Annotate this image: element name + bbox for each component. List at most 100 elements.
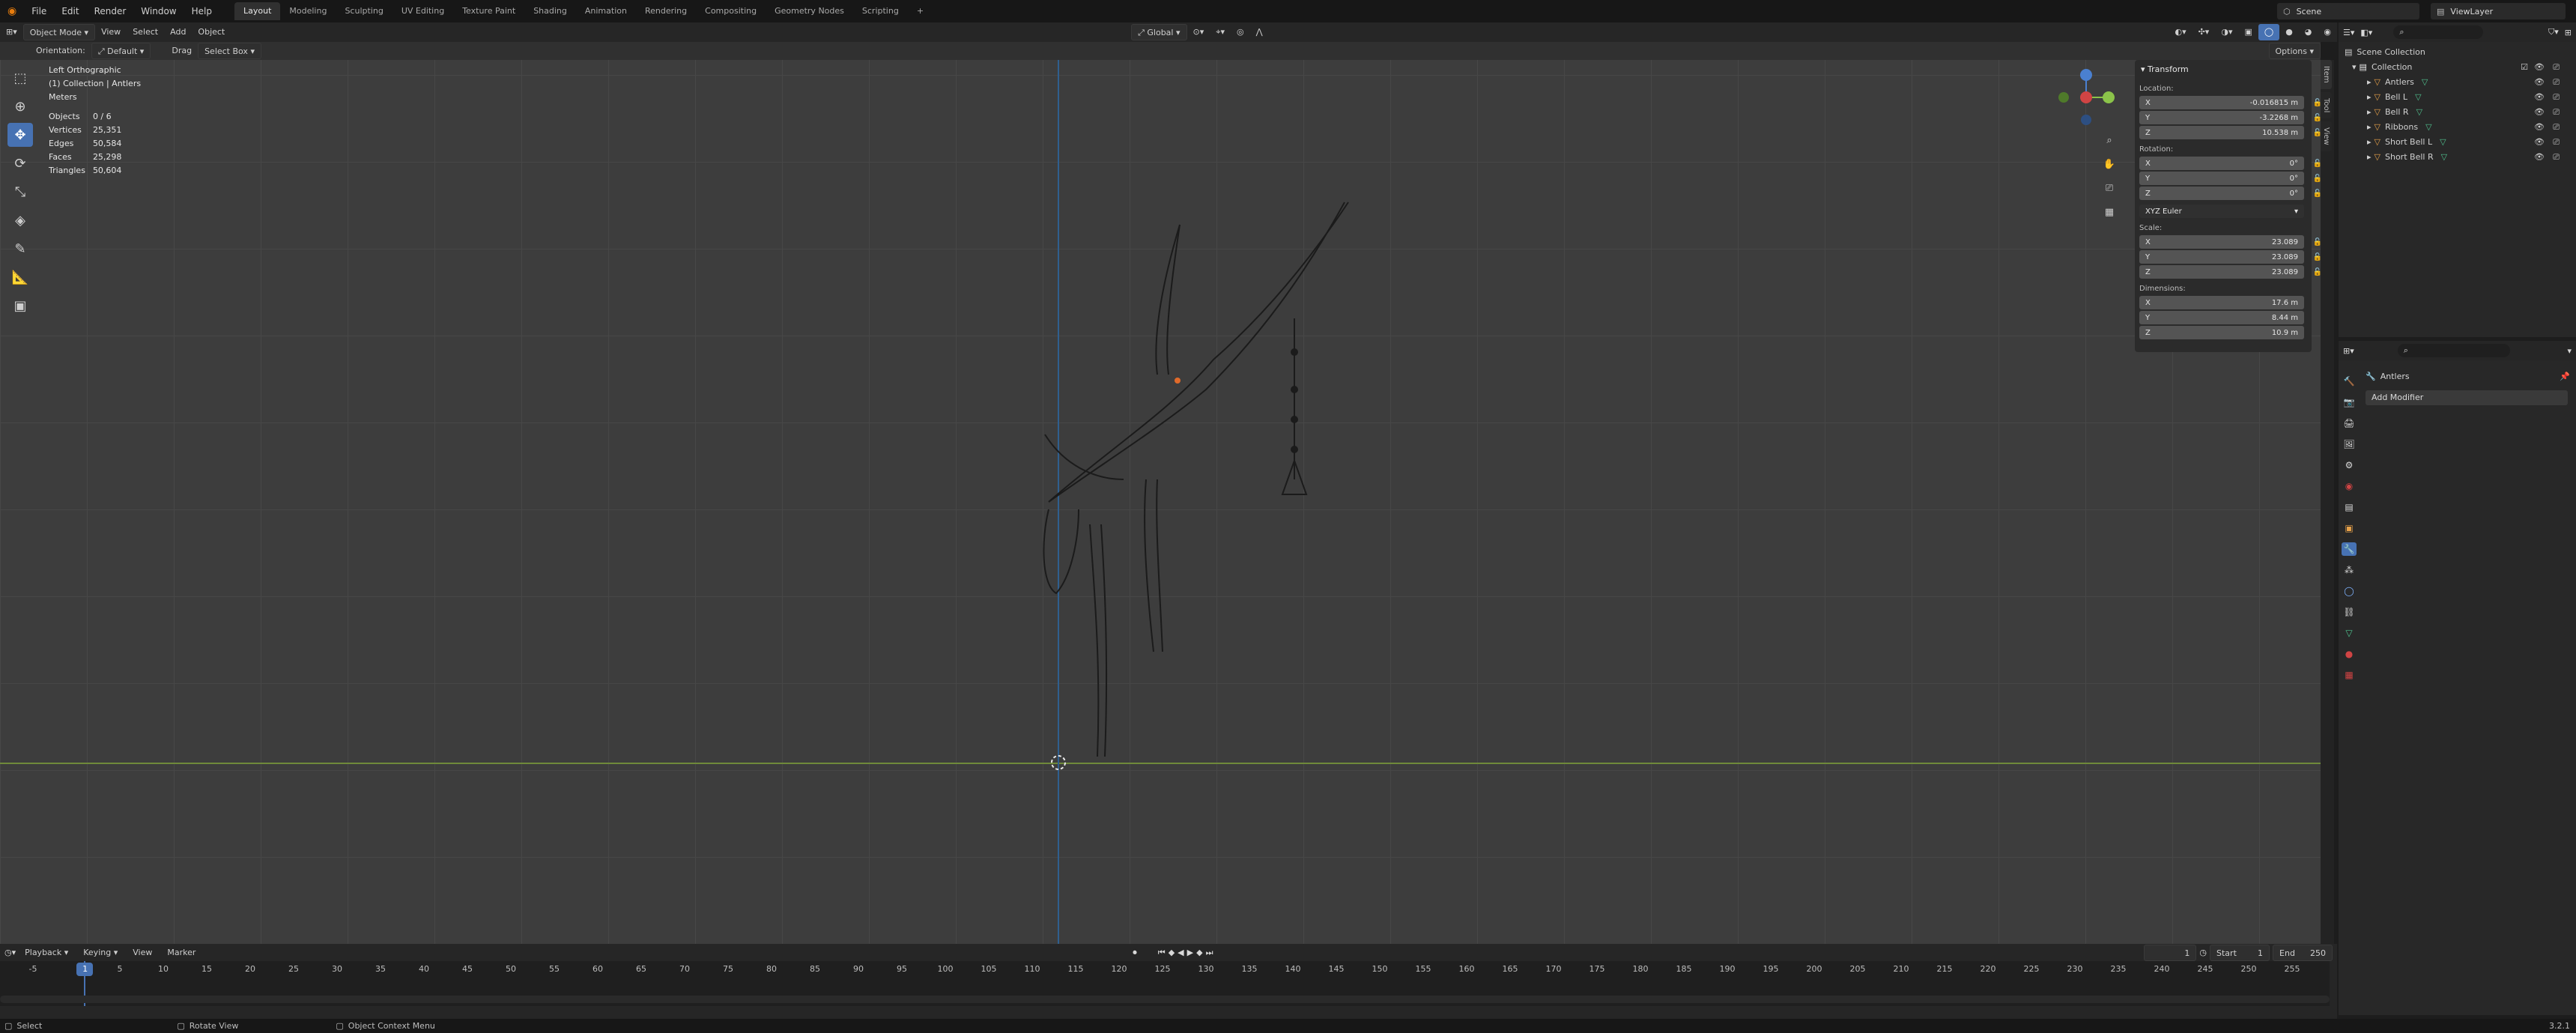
gizmo-y-axis[interactable] [2103,91,2115,103]
filter-icon[interactable]: ⛉▾ [2548,27,2559,37]
dimensions-x-field[interactable]: X 17.6 m [2139,296,2304,309]
navigation-gizmo[interactable] [2052,64,2120,131]
gizmo-neg-y-axis[interactable] [2058,92,2069,103]
object-visibility-icon[interactable]: ◐▾ [2169,24,2192,40]
add-workspace-button[interactable]: + [908,2,933,20]
new-collection-icon[interactable]: ⊞ [2565,28,2572,37]
tab-geometry-nodes[interactable]: Geometry Nodes [766,2,853,20]
gizmo-neg-z-axis[interactable] [2081,115,2091,125]
shading-material-icon[interactable]: ◕ [2299,24,2318,40]
outliner-search-input[interactable]: ⌕ [2393,25,2484,39]
menu-view[interactable]: View [95,24,127,40]
mode-selector[interactable]: Object Mode ▾ [22,24,96,40]
cursor-icon[interactable]: ⊕ [7,94,33,118]
chevron-right-icon[interactable]: ▸ [2367,135,2372,150]
location-z-field[interactable]: Z 10.538 m 🔓 [2139,126,2322,139]
tab-sculpting[interactable]: Sculpting [336,2,392,20]
outliner-item-antlers[interactable]: ▸ ▽ Antlers ▽ 👁 ⎚ [2345,75,2570,90]
dimensions-z-field[interactable]: Z 10.9 m [2139,326,2304,339]
tab-compositing[interactable]: Compositing [696,2,766,20]
constraints-properties-icon[interactable]: ⛓ [2342,605,2357,619]
gizmo-toggle-icon[interactable]: ✣▾ [2192,24,2216,40]
outliner-display-mode-icon[interactable]: ◧▾ [2360,28,2372,37]
eye-icon[interactable]: 👁 [2534,120,2545,135]
overlay-toggle-icon[interactable]: ◑▾ [2215,24,2238,40]
tool-properties-icon[interactable]: 🔨 [2342,375,2357,388]
tab-animation[interactable]: Animation [576,2,636,20]
grid-toggle-icon[interactable]: ▦ [2100,203,2118,221]
dimensions-y-field[interactable]: Y 8.44 m [2139,311,2304,324]
outliner-item-ribbons[interactable]: ▸ ▽ Ribbons ▽ 👁 ⎚ [2345,120,2570,135]
output-properties-icon[interactable]: 🖨 [2342,416,2357,430]
start-frame-field[interactable]: Start 1 [2210,944,2270,961]
tab-tool[interactable]: Tool [2321,91,2332,119]
location-x-field[interactable]: X -0.016815 m 🔓 [2139,96,2322,109]
zoom-icon[interactable]: ⌕ [2100,131,2118,149]
scene-selector[interactable]: ⬡ Scene [2277,3,2419,19]
eye-icon[interactable]: 👁 [2534,135,2545,150]
tab-shading[interactable]: Shading [524,2,576,20]
measure-icon[interactable]: 📐 [7,265,33,289]
checkbox-icon[interactable]: ☑ [2521,60,2528,75]
editor-type-icon[interactable]: ⊞▾ [0,24,23,40]
prev-keyframe-icon[interactable]: ◆ [1169,948,1175,957]
chevron-down-icon[interactable]: ▾ [2567,346,2572,356]
modifier-properties-icon[interactable]: 🔧 [2342,542,2357,556]
options-button[interactable]: Options ▾ [2268,43,2321,59]
camera-icon[interactable]: ⎚ [2553,60,2560,75]
camera-icon[interactable]: ⎚ [2553,135,2560,150]
scale-z-field[interactable]: Z 23.089 🔓 [2139,265,2322,279]
tab-view[interactable]: View [2321,121,2332,151]
menu-add[interactable]: Add [164,24,192,40]
rotation-mode-select[interactable]: XYZ Euler ▾ [2139,205,2304,218]
outliner-scene-collection[interactable]: ▤ Scene Collection [2345,45,2570,60]
antlers-wireframe-model[interactable] [0,60,2321,944]
properties-search-input[interactable]: ⌕ [2397,344,2510,357]
menu-marker[interactable]: Marker [161,945,201,961]
outliner-item-short-bell-r[interactable]: ▸ ▽ Short Bell R ▽ 👁 ⎚ [2345,150,2570,165]
transform-header[interactable]: ▾ Transform [2135,60,2312,79]
menu-window[interactable]: Window [133,0,184,22]
menu-object[interactable]: Object [192,24,231,40]
record-icon[interactable]: ⏺ [1133,948,1137,958]
pan-hand-icon[interactable]: ✋ [2100,155,2118,173]
outliner-editor-icon[interactable]: ☰▾ [2343,28,2354,37]
outliner-item-bell-l[interactable]: ▸ ▽ Bell L ▽ 👁 ⎚ [2345,90,2570,105]
physics-properties-icon[interactable]: ◯ [2342,584,2357,598]
chevron-down-icon[interactable]: ▾ [2352,60,2357,75]
eye-icon[interactable]: 👁 [2534,60,2545,75]
menu-render[interactable]: Render [87,0,134,22]
rotation-y-field[interactable]: Y 0° 🔓 [2139,172,2322,185]
object-properties-icon[interactable]: ▣ [2342,521,2357,535]
chevron-right-icon[interactable]: ▸ [2367,150,2372,165]
camera-icon[interactable]: ⎚ [2100,179,2118,197]
shading-wireframe-icon[interactable]: ◯ [2258,24,2280,40]
shading-solid-icon[interactable]: ● [2279,24,2299,40]
scale-x-field[interactable]: X 23.089 🔓 [2139,235,2322,249]
play-icon[interactable]: ▶ [1187,948,1193,957]
chevron-right-icon[interactable]: ▸ [2367,75,2372,90]
outliner-item-short-bell-l[interactable]: ▸ ▽ Short Bell L ▽ 👁 ⎚ [2345,135,2570,150]
chevron-right-icon[interactable]: ▸ [2367,105,2372,120]
3d-viewport[interactable]: Left Orthographic (1) Collection | Antle… [0,60,2321,944]
rotate-icon[interactable]: ⟳ [7,151,33,175]
scale-icon[interactable]: ⤡ [7,180,33,204]
pivot-icon[interactable]: ⊙▾ [1187,24,1210,40]
outliner-collection[interactable]: ▾ ▤ Collection ☑ 👁 ⎚ [2345,60,2570,75]
data-properties-icon[interactable]: ▽ [2342,626,2357,640]
tab-scripting[interactable]: Scripting [853,2,908,20]
transform-icon[interactable]: ◈ [7,208,33,232]
menu-view-timeline[interactable]: View [127,945,158,961]
menu-keying[interactable]: Keying ▾ [77,945,124,961]
menu-edit[interactable]: Edit [54,0,86,22]
end-frame-field[interactable]: End 250 [2273,944,2333,961]
location-y-field[interactable]: Y -3.2268 m 🔓 [2139,111,2322,124]
select-box-icon[interactable]: ⬚ [7,66,33,90]
annotate-icon[interactable]: ✎ [7,237,33,261]
menu-playback[interactable]: Playback ▾ [19,945,74,961]
tab-rendering[interactable]: Rendering [636,2,696,20]
jump-start-icon[interactable]: ⏮ [1158,948,1166,958]
snap-icon[interactable]: ⌖▾ [1210,24,1231,40]
tab-item[interactable]: Item [2321,60,2332,89]
xray-toggle-icon[interactable]: ▣ [2238,24,2258,40]
